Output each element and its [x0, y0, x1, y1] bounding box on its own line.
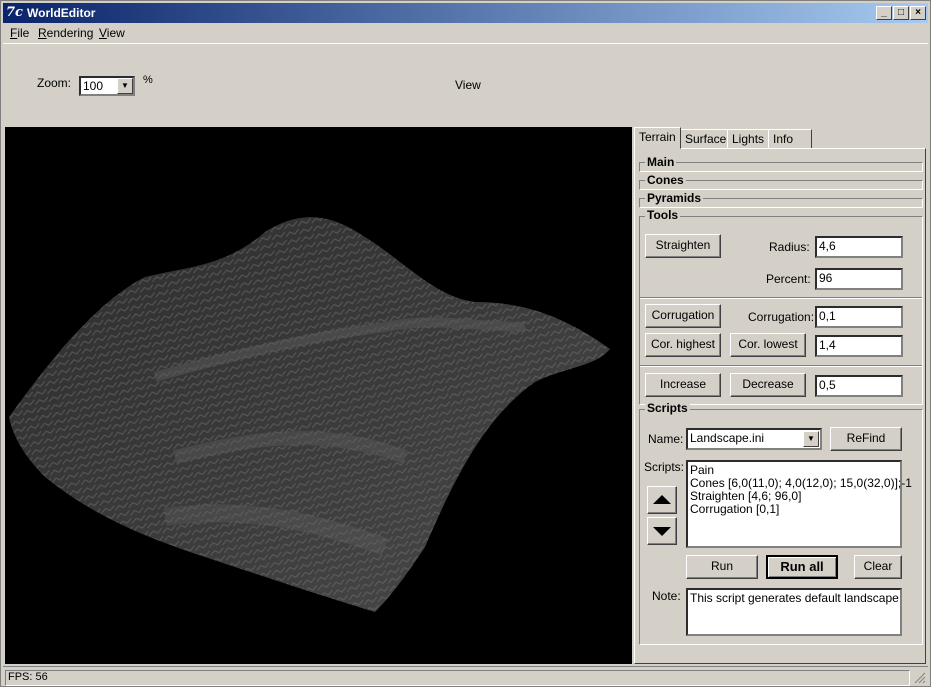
- window-title: WorldEditor: [27, 6, 96, 20]
- straighten-button[interactable]: Straighten: [645, 234, 721, 258]
- scripts-title: Scripts: [645, 401, 690, 415]
- tab-lights[interactable]: Lights: [727, 129, 770, 149]
- tab-info[interactable]: Info: [768, 129, 812, 149]
- minimize-button[interactable]: _: [876, 6, 892, 20]
- section-cones[interactable]: Cones: [639, 173, 923, 190]
- chevron-down-icon[interactable]: ▼: [803, 431, 819, 447]
- script-name-select[interactable]: Landscape.ini ▼: [686, 428, 822, 450]
- note-label: Note:: [652, 589, 681, 603]
- tools-title: Tools: [645, 208, 681, 222]
- section-pyramids[interactable]: Pyramids: [639, 191, 923, 208]
- menu-view[interactable]: View: [99, 26, 125, 40]
- corrugation-input[interactable]: 0,1: [815, 306, 903, 328]
- maximize-button[interactable]: □: [893, 6, 909, 20]
- app-logo-icon: 7c: [6, 5, 23, 20]
- menu-bar: File Rendering View: [3, 24, 928, 42]
- note-field[interactable]: This script generates default landscape: [686, 588, 902, 636]
- terrain-tab-body: Main Cones Pyramids Tools Straighten Rad…: [634, 148, 926, 664]
- percent-input[interactable]: 96: [815, 268, 903, 290]
- radius-input[interactable]: 4,6: [815, 236, 903, 258]
- zoom-unit: %: [143, 74, 153, 86]
- menu-file[interactable]: File: [10, 26, 29, 40]
- close-button[interactable]: ×: [910, 6, 926, 20]
- note-text: This script generates default landscape: [690, 591, 899, 605]
- down-arrow-icon: [653, 527, 671, 536]
- corrugation-button[interactable]: Corrugation: [645, 304, 721, 328]
- toolbar: Zoom: 100 ▼ % View: [3, 43, 928, 125]
- view-label: View: [455, 78, 481, 92]
- title-bar[interactable]: 7c WorldEditor _ □ ×: [3, 3, 928, 23]
- tab-terrain[interactable]: Terrain: [634, 127, 681, 149]
- tab-surface[interactable]: Surface: [680, 129, 732, 149]
- cor-lowest-button[interactable]: Cor. lowest: [730, 333, 806, 357]
- run-button[interactable]: Run: [686, 555, 758, 579]
- percent-label: Percent:: [766, 272, 811, 286]
- script-name-value: Landscape.ini: [690, 431, 765, 445]
- chevron-down-icon[interactable]: ▼: [117, 78, 133, 94]
- script-name-label: Name:: [648, 432, 684, 446]
- section-main[interactable]: Main: [639, 155, 923, 172]
- scripts-list[interactable]: Pain Cones [6,0(11,0); 4,0(12,0); 15,0(3…: [686, 460, 912, 548]
- terrain-render: [9, 217, 610, 612]
- scripts-label: Scripts:: [644, 460, 685, 474]
- status-bar: FPS: 56: [3, 666, 928, 686]
- tools-group: Tools Straighten Radius: 4,6 Percent: 96…: [639, 208, 923, 405]
- cor-level-input[interactable]: 1,4: [815, 335, 903, 357]
- zoom-label: Zoom:: [37, 76, 72, 90]
- app-window: 7c WorldEditor _ □ × File Rendering View…: [0, 0, 931, 687]
- step-input[interactable]: 0,5: [815, 375, 903, 397]
- terrain-viewport[interactable]: [5, 127, 632, 664]
- cor-highest-button[interactable]: Cor. highest: [645, 333, 721, 357]
- decrease-button[interactable]: Decrease: [730, 373, 806, 397]
- up-arrow-icon: [653, 495, 671, 504]
- scripts-group: Scripts Name: Landscape.ini ▼ ReFind Scr…: [639, 401, 923, 645]
- resize-grip-icon[interactable]: [914, 672, 926, 684]
- move-down-button[interactable]: [647, 517, 677, 545]
- increase-button[interactable]: Increase: [645, 373, 721, 397]
- zoom-select[interactable]: 100 ▼: [79, 76, 135, 96]
- run-all-button[interactable]: Run all: [766, 555, 838, 579]
- move-up-button[interactable]: [647, 486, 677, 514]
- zoom-value: 100: [83, 79, 104, 93]
- corrugation-label: Corrugation:: [748, 310, 815, 324]
- refind-button[interactable]: ReFind: [830, 427, 902, 451]
- divider: [640, 365, 922, 367]
- menu-rendering[interactable]: Rendering: [38, 26, 93, 40]
- clear-button[interactable]: Clear: [854, 555, 902, 579]
- fps-status: FPS: 56: [5, 670, 910, 686]
- divider: [640, 297, 922, 299]
- script-line[interactable]: Corrugation [0,1]: [690, 503, 898, 516]
- tool-panel: Terrain Surface Lights Info Main Cones P…: [634, 127, 928, 664]
- radius-label: Radius:: [769, 240, 810, 254]
